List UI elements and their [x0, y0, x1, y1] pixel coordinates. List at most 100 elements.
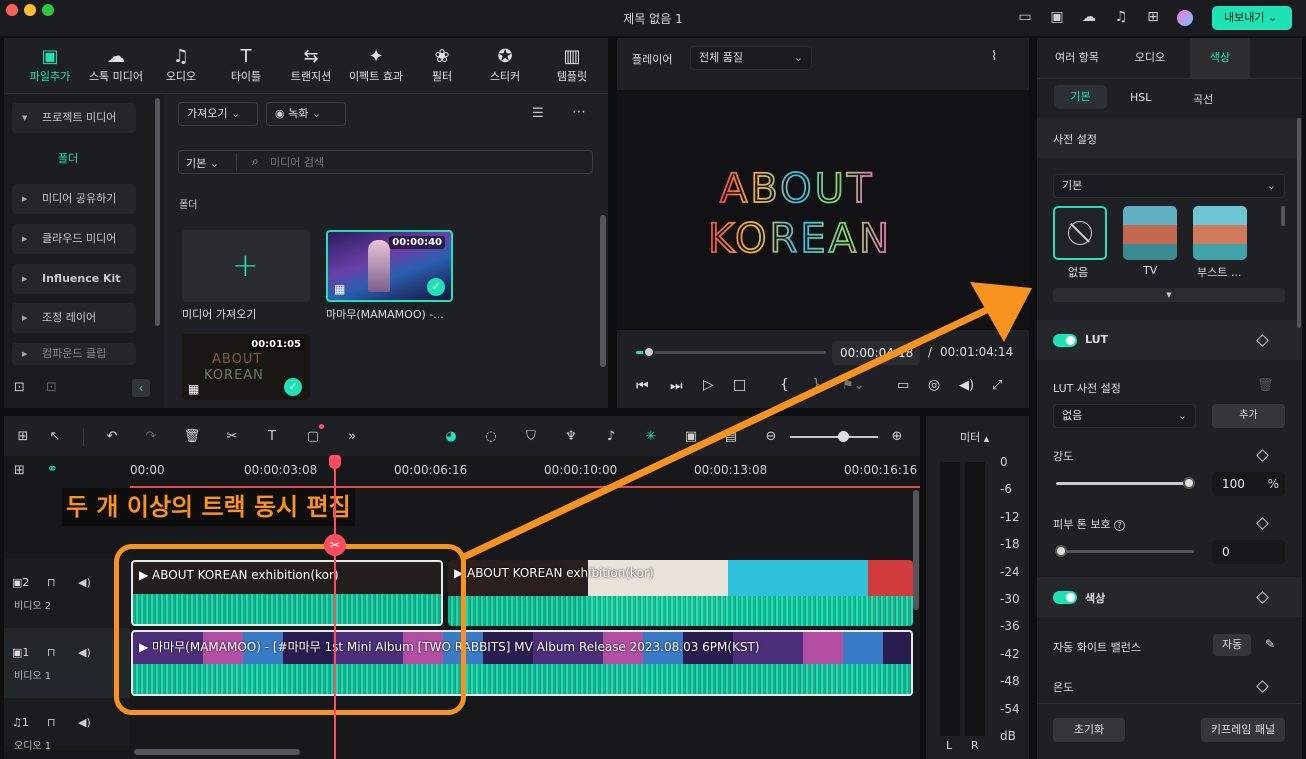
record-dropdown[interactable]: ◉ 녹화 ⌄: [266, 102, 346, 126]
tab-templates[interactable]: ▥ 템플릿: [550, 38, 594, 94]
tab-color[interactable]: 색상: [1190, 38, 1250, 78]
tab-filters[interactable]: ❀ 필터: [424, 38, 460, 94]
eyedropper-icon[interactable]: ✎: [1265, 637, 1275, 651]
link-icon[interactable]: ⚭: [47, 462, 58, 477]
sort-dropdown[interactable]: 기본 ⌄: [186, 155, 219, 171]
subtab-basic[interactable]: 기본: [1054, 85, 1107, 109]
sticker-icon: ✪: [497, 46, 513, 67]
timeline-playhead[interactable]: [334, 456, 336, 759]
property-scrollbar[interactable]: [1297, 118, 1301, 328]
lut-add-button[interactable]: 추가: [1212, 404, 1285, 428]
speaker-icon[interactable]: ◀): [78, 646, 91, 659]
media-clip-mamamoo[interactable]: 00:00:40 ▦ ✓: [326, 230, 453, 302]
color-toggle[interactable]: [1053, 591, 1077, 604]
skin-protect-slider[interactable]: [1058, 550, 1194, 553]
speaker-icon[interactable]: ◀): [78, 716, 91, 729]
intensity-input[interactable]: 100%: [1212, 472, 1285, 496]
preset-select-label: 기본: [1062, 179, 1083, 192]
subtab-hsl[interactable]: HSL: [1130, 91, 1151, 104]
clip-duration: 00:00:40: [389, 236, 445, 249]
more-tools-icon[interactable]: »: [343, 428, 361, 446]
tab-titles[interactable]: T 타이틀: [222, 38, 270, 94]
cut-icon[interactable]: ✂: [223, 428, 241, 446]
skin-protect-input[interactable]: 0: [1212, 540, 1285, 564]
filter-list-icon[interactable]: ☰: [532, 106, 544, 121]
auto-white-balance-button[interactable]: 자동: [1213, 634, 1251, 656]
redo-icon[interactable]: ↷: [142, 428, 160, 446]
add-media-tile[interactable]: +: [182, 230, 310, 302]
tab-stock-media[interactable]: ☁ 스톡 미디어: [86, 38, 146, 94]
import-dropdown[interactable]: 가져오기 ⌄: [178, 102, 258, 126]
meter-title: 미터: [960, 431, 981, 444]
undo-icon[interactable]: ↶: [103, 428, 121, 446]
export-button[interactable]: 내보내기 ⌄: [1212, 6, 1292, 30]
media-clip-about-korean[interactable]: ABOUT KOREAN 00:01:05 ▦ ✓: [182, 334, 310, 400]
tab-effects[interactable]: ✦ 이펙트 효과: [344, 38, 408, 94]
speaker-icon[interactable]: ◀): [78, 576, 91, 589]
help-icon[interactable]: ?: [1114, 520, 1126, 531]
avatar[interactable]: [1177, 10, 1193, 26]
sidebar-scrollbar[interactable]: [155, 98, 160, 326]
preset-none[interactable]: [1053, 206, 1107, 260]
preset-boost[interactable]: [1193, 206, 1247, 260]
tab-stickers[interactable]: ✪ 스티커: [485, 38, 525, 94]
tab-audio[interactable]: ♫ 오디오: [158, 38, 204, 94]
lock-icon[interactable]: ⊓: [47, 646, 56, 659]
meter-tick-label: -6: [1000, 482, 1012, 497]
search-input[interactable]: [270, 153, 570, 171]
headset-icon[interactable]: ♫: [1112, 8, 1130, 26]
intensity-slider-handle[interactable]: [1183, 477, 1195, 489]
sidebar-item-adjustment-layer[interactable]: ▶ 조정 레이어: [12, 303, 136, 333]
select-tool-icon[interactable]: ↖: [46, 428, 64, 446]
split-icon[interactable]: ✂: [324, 534, 346, 556]
sidebar-item-influence-kit[interactable]: ▶ Influence Kit: [12, 264, 136, 294]
keyframe-panel-button[interactable]: 키프레임 패널: [1201, 718, 1285, 742]
meter-label[interactable]: 미터 ▲: [960, 429, 989, 445]
more-icon[interactable]: ⋯: [572, 104, 586, 120]
layout-grid-icon[interactable]: ⊞: [14, 428, 32, 446]
tab-video-properties[interactable]: 여러 항목: [1043, 38, 1111, 78]
track-number: 1: [22, 646, 30, 659]
delete-icon[interactable]: 🗑: [183, 428, 201, 446]
cloud-upload-icon[interactable]: ☁: [1080, 8, 1098, 26]
intensity-slider[interactable]: [1056, 482, 1190, 485]
preset-tv[interactable]: [1123, 206, 1177, 260]
sidebar-item-compound-clip[interactable]: ▶ 컴파운드 클립: [12, 343, 136, 365]
preset-dropdown[interactable]: 기본 ⌄: [1053, 174, 1285, 198]
timeline-vertical-scrollbar[interactable]: [913, 490, 919, 610]
timeline-horizontal-scrollbar[interactable]: [134, 749, 300, 755]
lock-icon[interactable]: ⊓: [47, 716, 56, 729]
subtab-curves[interactable]: 곡선: [1193, 91, 1213, 107]
layout-icon[interactable]: ▭: [1016, 8, 1034, 26]
apps-icon[interactable]: ⊞: [1144, 8, 1162, 26]
crop-icon[interactable]: ▢: [304, 428, 322, 446]
playhead-handle[interactable]: [329, 455, 341, 469]
lock-icon[interactable]: ⊓: [47, 576, 56, 589]
tab-import[interactable]: ▣ 파일추가: [24, 38, 76, 94]
skin-protect-slider-handle[interactable]: [1055, 545, 1067, 557]
lut-toggle[interactable]: [1053, 334, 1077, 347]
sidebar-item-folder[interactable]: 폴더: [58, 150, 78, 166]
record-label: 녹화: [288, 107, 309, 120]
collapse-sidebar-button[interactable]: ‹: [132, 379, 150, 397]
text-tool-icon[interactable]: T: [263, 428, 281, 446]
add-track-icon[interactable]: ⊞: [14, 463, 25, 478]
sidebar-item-project-media[interactable]: ▼ 프로젝트 미디어: [12, 103, 136, 133]
trash-icon[interactable]: 🗑: [1257, 378, 1274, 393]
tab-audio-properties[interactable]: 오디오: [1116, 38, 1184, 78]
lut-dropdown[interactable]: 없음 ⌄: [1053, 404, 1196, 428]
snapshot-chart-icon[interactable]: ⌇: [991, 49, 997, 64]
video-track-icon: ▣: [12, 646, 23, 659]
save-icon[interactable]: ▣: [1048, 8, 1066, 26]
reset-button[interactable]: 초기화: [1053, 718, 1125, 742]
sidebar-item-label: 컴파운드 클립: [42, 347, 107, 360]
preset-scrollbar[interactable]: [1281, 206, 1285, 226]
new-folder-icon[interactable]: ⊡: [14, 380, 25, 395]
export-label: 내보내기: [1224, 11, 1265, 24]
preset-expand-button[interactable]: ▼: [1053, 288, 1285, 302]
folder-icon[interactable]: ⊡: [46, 380, 57, 395]
quality-dropdown[interactable]: 전체 품질 ⌄: [690, 46, 812, 70]
tab-transitions[interactable]: ⇆ 트랜지션: [285, 38, 337, 94]
sidebar-item-cloud-media[interactable]: ▶ 클라우드 미디어: [12, 224, 136, 254]
sidebar-item-shared-media[interactable]: ▶ 미디어 공유하기: [12, 184, 136, 214]
